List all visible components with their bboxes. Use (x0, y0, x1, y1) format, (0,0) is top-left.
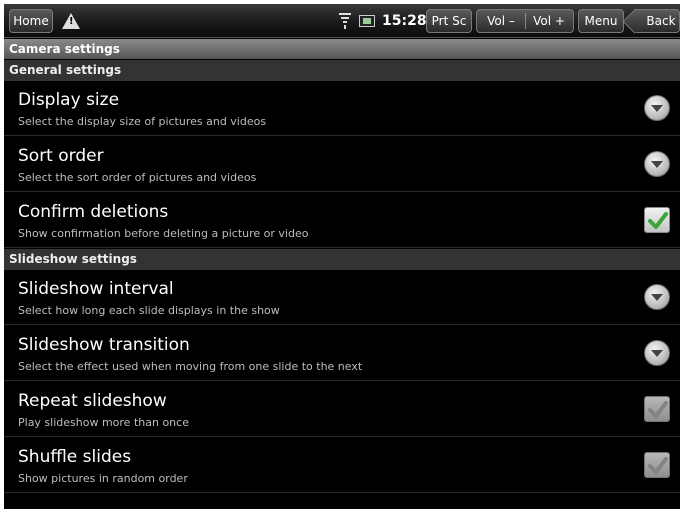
setting-title: Slideshow interval (18, 279, 174, 299)
setting-subtitle: Show pictures in random order (18, 472, 188, 485)
wifi-icon (339, 13, 351, 29)
setting-subtitle: Select how long each slide displays in t… (18, 304, 280, 317)
back-button-label: Back (646, 14, 676, 28)
menu-button[interactable]: Menu (578, 9, 624, 33)
back-button[interactable]: Back (634, 9, 680, 33)
page-title: Camera settings (4, 39, 680, 59)
chevron-down-icon[interactable] (644, 95, 670, 121)
setting-slideshow-transition[interactable]: Slideshow transition Select the effect u… (4, 326, 680, 381)
setting-subtitle: Select the effect used when moving from … (18, 360, 363, 373)
status-bar: Home 15:28 Prt Sc Vol –Vol + Menu Back (4, 4, 680, 38)
chevron-down-icon[interactable] (644, 151, 670, 177)
setting-title: Repeat slideshow (18, 391, 167, 411)
confirm-deletions-checkbox[interactable] (644, 207, 670, 233)
status-clock: 15:28 (382, 13, 427, 29)
setting-title: Sort order (18, 146, 104, 166)
battery-icon (359, 15, 375, 27)
shuffle-slides-checkbox[interactable] (644, 452, 670, 478)
setting-subtitle: Show confirmation before deleting a pict… (18, 227, 309, 240)
volume-up-button[interactable]: Vol + (525, 10, 573, 32)
section-header-slideshow: Slideshow settings (4, 249, 680, 270)
setting-title: Slideshow transition (18, 335, 190, 355)
setting-title: Shuffle slides (18, 447, 132, 467)
print-screen-button[interactable]: Prt Sc (426, 9, 472, 33)
chevron-down-icon[interactable] (644, 284, 670, 310)
home-button[interactable]: Home (9, 9, 53, 33)
setting-subtitle: Play slideshow more than once (18, 416, 189, 429)
setting-shuffle-slides[interactable]: Shuffle slides Show pictures in random o… (4, 438, 680, 493)
section-header-general: General settings (4, 60, 680, 81)
setting-sort-order[interactable]: Sort order Select the sort order of pict… (4, 137, 680, 192)
setting-title: Display size (18, 90, 120, 110)
android-screen: Home 15:28 Prt Sc Vol –Vol + Menu Back C… (4, 4, 680, 509)
setting-display-size[interactable]: Display size Select the display size of … (4, 81, 680, 136)
checkmark-icon (648, 457, 668, 474)
checkmark-icon (648, 212, 668, 229)
volume-down-button[interactable]: Vol – (477, 10, 525, 32)
setting-confirm-deletions[interactable]: Confirm deletions Show confirmation befo… (4, 193, 680, 248)
chevron-down-icon[interactable] (644, 340, 670, 366)
volume-divider (525, 13, 526, 29)
setting-subtitle: Select the display size of pictures and … (18, 115, 267, 128)
setting-repeat-slideshow[interactable]: Repeat slideshow Play slideshow more tha… (4, 382, 680, 437)
setting-subtitle: Select the sort order of pictures and vi… (18, 171, 257, 184)
warning-icon (62, 13, 80, 29)
checkmark-icon (648, 401, 668, 418)
setting-title: Confirm deletions (18, 202, 169, 222)
setting-slideshow-interval[interactable]: Slideshow interval Select how long each … (4, 270, 680, 325)
repeat-slideshow-checkbox[interactable] (644, 396, 670, 422)
volume-control: Vol – Vol + (476, 9, 574, 33)
